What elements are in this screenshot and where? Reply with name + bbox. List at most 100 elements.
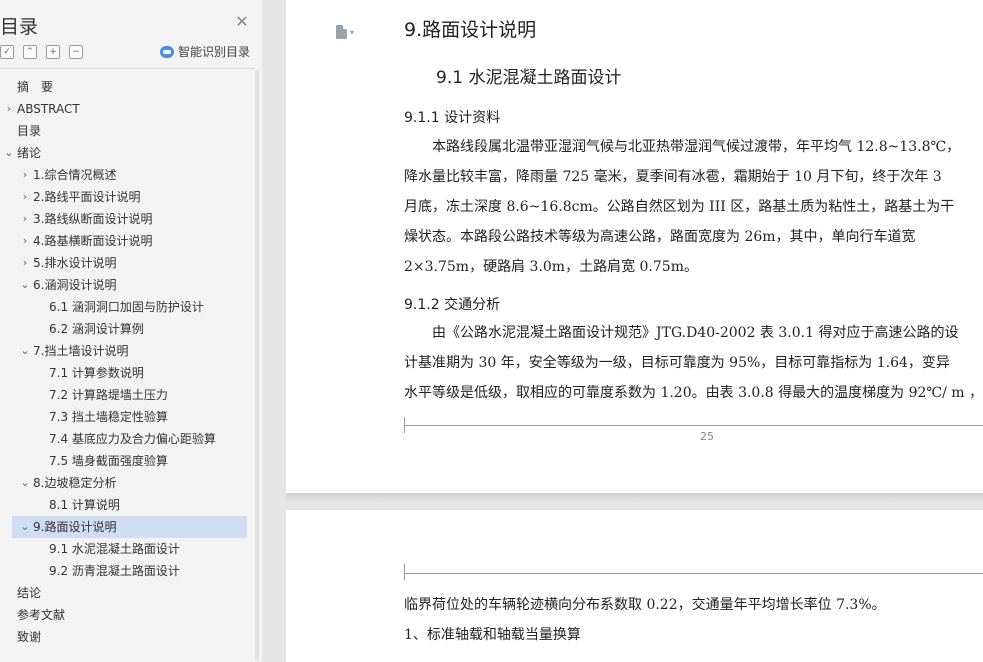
- expand-all-icon[interactable]: ✓: [0, 45, 14, 59]
- smart-toc-label: 智能识别目录: [178, 45, 251, 59]
- toc-item[interactable]: › ABSTRACT: [0, 98, 250, 120]
- toc-scrollbar[interactable]: [255, 70, 259, 660]
- chevron-right-icon[interactable]: ›: [20, 164, 30, 186]
- add-icon[interactable]: +: [46, 45, 60, 59]
- document-page: 临界荷位处的车辆轮迹横向分布系数取 0.22，交通量年平均增长率位 7.3%。 …: [286, 510, 983, 662]
- toc-item[interactable]: ⌄ 7.挡土墙设计说明: [0, 340, 250, 362]
- toc-item-label: 7.4 基底应力及合力偏心距验算: [49, 432, 216, 446]
- chevron-right-icon[interactable]: ›: [4, 98, 14, 120]
- heading-subsection-design-data: 9.1.1 设计资料: [404, 110, 501, 126]
- toc-item[interactable]: 8.1 计算说明: [0, 494, 250, 516]
- chevron-right-icon[interactable]: ›: [20, 208, 30, 230]
- toc-item-label: 6.2 涵洞设计算例: [49, 322, 144, 336]
- toc-item-label: 7.2 计算路堤墙土压力: [49, 388, 168, 402]
- toc-item-label: 6.1 涵洞洞口加固与防护设计: [49, 300, 204, 314]
- toc-title: 目录: [0, 16, 39, 38]
- toc-item-label: 3.路线纵断面设计说明: [33, 212, 153, 226]
- text-line: 2×3.75m，硬路肩 3.0m，土路肩宽 0.75m。: [404, 259, 698, 275]
- toc-item-label: 目录: [17, 124, 42, 138]
- document-page: ▾ 9.路面设计说明 9.1 水泥混凝土路面设计 9.1.1 设计资料 本路线段…: [286, 0, 983, 493]
- paragraph-traffic: 由《公路水泥混凝土路面设计规范》JTG.D40-2002 表 3.0.1 得对应…: [404, 318, 983, 408]
- chevron-right-icon[interactable]: ›: [20, 230, 30, 252]
- toc-item[interactable]: ⌄ 6.涵洞设计说明: [0, 274, 250, 296]
- toc-item[interactable]: 目录: [0, 120, 250, 142]
- toc-divider: [0, 68, 255, 69]
- margin-corner-mark: [404, 417, 405, 433]
- toc-item-label: 6.涵洞设计说明: [33, 278, 117, 292]
- margin-corner-mark: [404, 564, 405, 580]
- document-area: ▾ 9.路面设计说明 9.1 水泥混凝土路面设计 9.1.1 设计资料 本路线段…: [262, 0, 983, 662]
- toc-item[interactable]: 6.2 涵洞设计算例: [0, 318, 250, 340]
- collapse-all-icon[interactable]: ⌃: [23, 45, 37, 59]
- toc-item-label: ABSTRACT: [17, 102, 80, 116]
- close-icon[interactable]: ✕: [234, 14, 250, 30]
- heading-subsection-traffic: 9.1.2 交通分析: [404, 297, 501, 313]
- text-line: 1、标准轴载和轴载当量换算: [404, 627, 581, 643]
- toc-item[interactable]: 摘 要: [0, 76, 250, 98]
- toc-item-label: 绪论: [17, 146, 42, 160]
- toc-item[interactable]: 7.2 计算路堤墙土压力: [0, 384, 250, 406]
- toc-item[interactable]: 参考文献: [0, 604, 250, 626]
- chevron-down-icon[interactable]: ⌄: [4, 142, 14, 164]
- text-line: 临界荷位处的车辆轮迹横向分布系数取 0.22，交通量年平均增长率位 7.3%。: [404, 597, 886, 613]
- remove-icon[interactable]: −: [69, 45, 83, 59]
- paragraph-design-data: 本路线段属北温带亚湿润气候与北亚热带湿润气候过渡带，年平均气 12.8~13.8…: [404, 132, 960, 282]
- chevron-right-icon[interactable]: ›: [20, 186, 30, 208]
- text-line: 燥状态。本路段公路技术等级为高速公路，路面宽度为 26m，其中，单向行车道宽: [404, 229, 916, 245]
- toc-item-label: 7.1 计算参数说明: [49, 366, 144, 380]
- page-number: 25: [700, 430, 714, 443]
- toc-item[interactable]: 9.2 沥青混凝土路面设计: [0, 560, 250, 582]
- toc-item[interactable]: › 4.路基横断面设计说明: [0, 230, 250, 252]
- toc-item-label: 参考文献: [17, 608, 66, 622]
- heading-section: 9.1 水泥混凝土路面设计: [436, 68, 622, 88]
- document-icon: [336, 25, 347, 39]
- toc-item-label: 1.综合情况概述: [33, 168, 117, 182]
- toc-item[interactable]: › 1.综合情况概述: [0, 164, 250, 186]
- toc-item[interactable]: 7.1 计算参数说明: [0, 362, 250, 384]
- cloud-icon: [160, 45, 174, 58]
- footer-rule: [404, 425, 983, 426]
- toc-item-label: 结论: [17, 586, 42, 600]
- text-line: 计基准期为 30 年，安全等级为一级，目标可靠度为 95%，目标可靠指标为 1.…: [404, 355, 950, 371]
- toc-item-label: 9.路面设计说明: [33, 520, 117, 534]
- toc-item-label: 7.挡土墙设计说明: [33, 344, 129, 358]
- chevron-down-icon[interactable]: ⌄: [20, 274, 30, 296]
- toc-item[interactable]: 7.3 挡土墙稳定性验算: [0, 406, 250, 428]
- previous-line-fragment: [404, 0, 964, 3]
- toc-item-label: 摘 要: [17, 80, 54, 94]
- toc-item-label: 7.5 墙身截面强度验算: [49, 454, 168, 468]
- text-line: 由《公路水泥混凝土路面设计规范》JTG.D40-2002 表 3.0.1 得对应…: [404, 325, 959, 341]
- paragraph-traffic-cont: 临界荷位处的车辆轮迹横向分布系数取 0.22，交通量年平均增长率位 7.3%。 …: [404, 590, 886, 650]
- toc-item[interactable]: 6.1 涵洞洞口加固与防护设计: [0, 296, 250, 318]
- toc-item[interactable]: 7.5 墙身截面强度验算: [0, 450, 250, 472]
- toc-item[interactable]: 9.1 水泥混凝土路面设计: [0, 538, 250, 560]
- text-line: 本路线段属北温带亚湿润气候与北亚热带湿润气候过渡带，年平均气 12.8~13.8…: [404, 139, 961, 155]
- smart-toc-button[interactable]: 智能识别目录: [160, 43, 250, 60]
- toc-item-label: 8.边坡稳定分析: [33, 476, 117, 490]
- text-line: 月底，冻土深度 8.6~16.8cm。公路自然区划为 III 区，路基土质为粘性…: [404, 199, 955, 215]
- toc-list: 摘 要 › ABSTRACT 目录 ⌄ 绪论 › 1.综合情况概述 › 2.路线平面设计说明 › 3.…: [0, 76, 250, 648]
- text-line: 水平等级是低级，取相应的可靠度系数为 1.20。由表 3.0.8 得最大的温度梯…: [404, 385, 983, 401]
- toc-item[interactable]: 结论: [0, 582, 250, 604]
- chevron-down-icon: ▾: [350, 27, 355, 37]
- chevron-down-icon[interactable]: ⌄: [20, 516, 30, 538]
- chevron-down-icon[interactable]: ⌄: [20, 340, 30, 362]
- toc-toolbar: ✓ ⌃ + −: [0, 44, 83, 60]
- toc-item[interactable]: › 5.排水设计说明: [0, 252, 250, 274]
- heading-chapter: 9.路面设计说明: [404, 19, 537, 41]
- chevron-right-icon[interactable]: ›: [20, 252, 30, 274]
- toc-item[interactable]: ⌄ 绪论: [0, 142, 250, 164]
- toc-item[interactable]: › 3.路线纵断面设计说明: [0, 208, 250, 230]
- toc-item-label: 4.路基横断面设计说明: [33, 234, 153, 248]
- toc-item[interactable]: › 2.路线平面设计说明: [0, 186, 250, 208]
- toc-item[interactable]: 7.4 基底应力及合力偏心距验算: [0, 428, 250, 450]
- chevron-down-icon[interactable]: ⌄: [20, 472, 30, 494]
- document-menu-button[interactable]: ▾: [336, 25, 354, 39]
- toc-item[interactable]: ⌄ 8.边坡稳定分析: [0, 472, 250, 494]
- toc-item[interactable]: ⌄ 9.路面设计说明: [12, 516, 247, 538]
- toc-item-label: 9.1 水泥混凝土路面设计: [49, 542, 180, 556]
- toc-sidebar: 目录 ✕ ✓ ⌃ + − 智能识别目录 摘 要 › ABSTRACT 目录 ⌄ 绪论 › 1.…: [0, 0, 262, 662]
- toc-item-label: 致谢: [17, 630, 42, 644]
- text-line: 降水量比较丰富，降雨量 725 毫米，夏季间有冰雹，霜期始于 10 月下旬，终于…: [404, 169, 942, 185]
- toc-item[interactable]: 致谢: [0, 626, 250, 648]
